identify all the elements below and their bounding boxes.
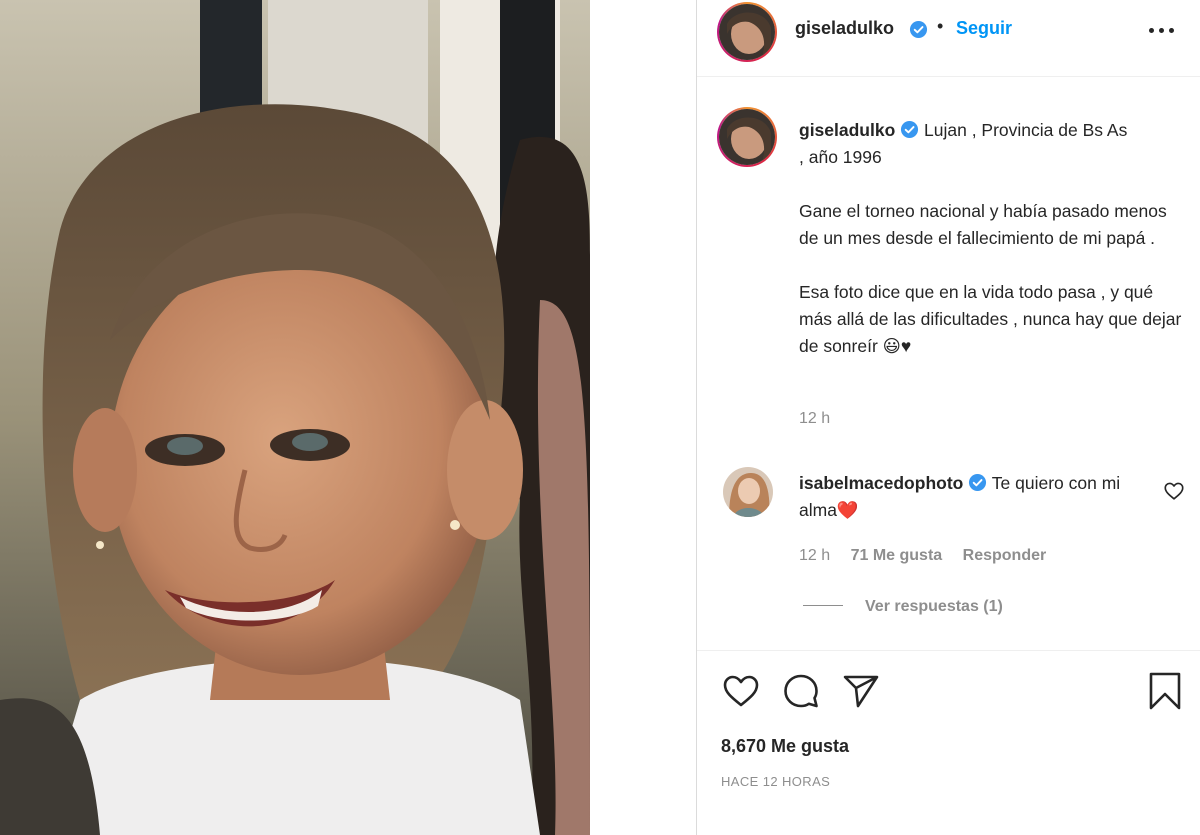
replies-divider-line — [803, 605, 843, 606]
verified-badge-icon — [969, 473, 987, 492]
verified-badge-icon — [909, 20, 928, 41]
caption-username[interactable]: giseladulko — [799, 120, 895, 140]
caption-year: , año 1996 — [799, 147, 882, 167]
caption-timestamp: 12 h — [799, 410, 831, 427]
author-avatar-image — [719, 4, 775, 60]
caption-location: Lujan , Provincia de Bs As — [924, 120, 1128, 140]
caption-author-avatar[interactable] — [717, 107, 777, 167]
comment-icon[interactable] — [781, 671, 821, 711]
post-detail-panel: giseladulko • Seguir giseladulko Lujan ,… — [696, 0, 1200, 835]
comment-meta: 12 h 71 Me gusta Responder — [799, 547, 1062, 565]
comment-body: isabelmacedophoto Te quiero con mi alma❤… — [799, 470, 1139, 524]
caption-paragraph-1: Gane el torneo nacional y había pasado m… — [799, 201, 1167, 248]
post-photo — [0, 0, 590, 835]
caption-avatar-image — [719, 109, 775, 165]
post-likes-count[interactable]: 8,670 Me gusta — [721, 736, 849, 757]
bookmark-icon[interactable] — [1145, 671, 1185, 711]
view-replies-label: Ver respuestas (1) — [865, 598, 1003, 615]
comment-timestamp: 12 h — [799, 547, 831, 564]
follow-button[interactable]: Seguir — [956, 18, 1012, 39]
author-avatar[interactable] — [717, 2, 777, 62]
view-replies-button[interactable]: Ver respuestas (1) — [803, 598, 1003, 616]
verified-badge-icon — [901, 120, 919, 139]
post-timestamp: HACE 12 HORAS — [721, 774, 831, 789]
separator-dot: • — [937, 16, 944, 36]
author-username[interactable]: giseladulko — [795, 18, 894, 39]
heart-icon[interactable] — [721, 671, 761, 711]
comment-likes-count[interactable]: 71 Me gusta — [851, 547, 943, 564]
more-options-icon[interactable] — [1149, 18, 1177, 42]
commenter-avatar[interactable] — [723, 467, 773, 517]
commenter-avatar-image — [723, 467, 773, 517]
caption-paragraph-2: Esa foto dice que en la vida todo pasa ,… — [799, 282, 1182, 356]
post-caption: giseladulko Lujan , Provincia de Bs As ,… — [799, 117, 1184, 360]
commenter-username[interactable]: isabelmacedophoto — [799, 473, 963, 493]
post-image-illustration — [0, 0, 590, 835]
post-header: giseladulko • Seguir — [697, 0, 1200, 77]
comment-like-heart-icon[interactable] — [1163, 480, 1185, 502]
reply-button[interactable]: Responder — [963, 547, 1047, 564]
share-icon[interactable] — [841, 671, 881, 711]
action-bar: 8,670 Me gusta HACE 12 HORAS — [697, 650, 1200, 835]
